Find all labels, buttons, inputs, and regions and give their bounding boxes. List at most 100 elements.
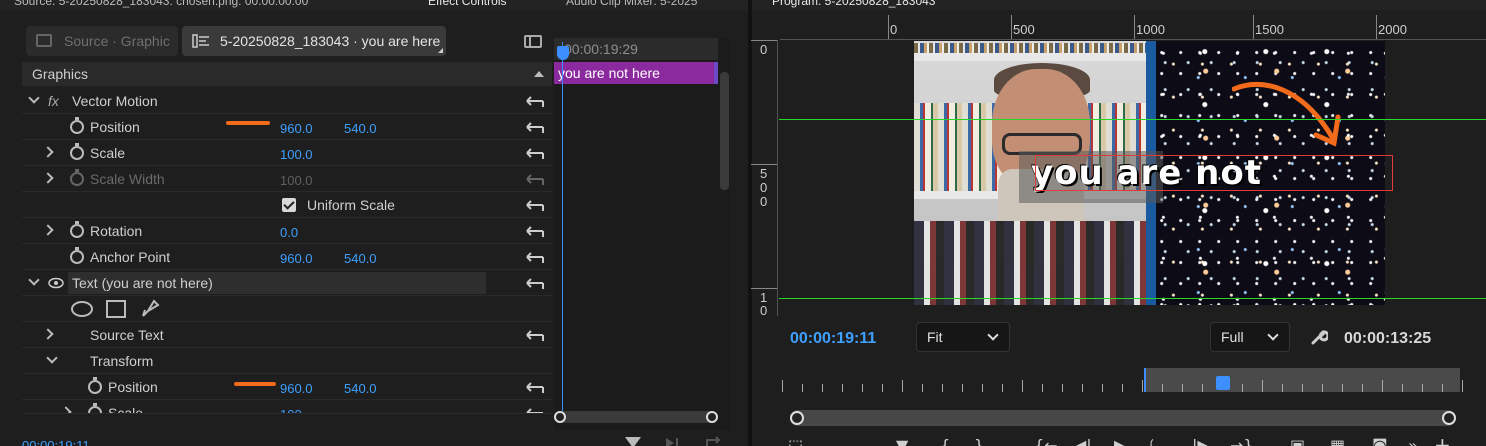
ruler-tick (751, 288, 777, 289)
go-to-out-button[interactable]: →} (1230, 436, 1254, 446)
reset-icon[interactable] (524, 250, 546, 264)
toggle-timeline-view-icon[interactable] (524, 35, 542, 48)
sequence-clip-button[interactable]: 5-20250828_183043 · you are here (182, 26, 446, 56)
loop-audio-icon[interactable] (704, 436, 724, 446)
safe-margins-icon[interactable]: ⬚ (788, 436, 803, 446)
zoom-handle-right[interactable] (1442, 411, 1456, 425)
lift-button[interactable]: ▣ (1290, 436, 1305, 446)
chevron-down-icon[interactable] (46, 352, 58, 364)
chevron-right-icon[interactable] (42, 328, 54, 340)
add-marker-button[interactable]: ▼ (896, 436, 908, 446)
time-tick (1082, 384, 1083, 392)
chevron-down-icon[interactable] (28, 92, 40, 104)
loop-button[interactable]: ⤿ (1150, 436, 1163, 446)
monitor-playhead[interactable] (1216, 376, 1230, 390)
mini-playhead-line (562, 42, 563, 412)
reset-icon[interactable] (524, 120, 546, 134)
position-x-value[interactable]: 960.0 (280, 121, 313, 136)
uniform-scale-checkbox[interactable] (282, 198, 296, 212)
zoom-handle-right[interactable] (706, 411, 718, 423)
tab-program[interactable]: Program: 5-20250828_183043 (772, 0, 935, 8)
reset-icon[interactable] (524, 224, 546, 238)
pen-mask-icon[interactable] (140, 299, 160, 319)
title-bounding-box[interactable] (1035, 155, 1393, 191)
play-audio-icon[interactable] (664, 436, 684, 446)
vector-motion-row[interactable]: fx Vector Motion (22, 88, 552, 114)
clip-end-handle[interactable] (714, 62, 718, 84)
zoom-handle-left[interactable] (790, 411, 804, 425)
wrench-icon[interactable] (1310, 328, 1328, 346)
vertical-scrollbar[interactable] (720, 72, 729, 190)
rectangle-mask-icon[interactable] (106, 300, 126, 318)
mini-timeline-timecode: 00:00:19:29 (564, 41, 638, 57)
chevron-down-icon[interactable] (28, 274, 40, 286)
stopwatch-icon[interactable] (70, 247, 84, 264)
playhead-timecode[interactable]: 00:00:19:11 (790, 330, 876, 348)
tab-audio-clip-mixer[interactable]: Audio Clip Mixer: 5-2025 (566, 0, 697, 8)
reset-icon[interactable] (524, 276, 546, 290)
step-back-button[interactable]: ◀| (1074, 436, 1092, 446)
rotation-value[interactable]: 0.0 (280, 225, 298, 240)
time-tick (882, 384, 883, 392)
chevron-right-icon[interactable] (42, 172, 54, 184)
transform-position-x-value[interactable]: 960.0 (280, 381, 313, 396)
reset-icon[interactable] (524, 146, 546, 160)
eye-icon[interactable] (48, 277, 64, 289)
mark-in-button[interactable]: { (940, 436, 950, 446)
chevron-right-icon[interactable] (42, 224, 54, 236)
program-canvas[interactable]: you are not (779, 41, 1486, 315)
stopwatch-icon[interactable] (88, 377, 102, 394)
mini-timeline-ruler[interactable]: 00:00:19:29 (554, 38, 718, 60)
graphics-section-header[interactable]: Graphics (22, 62, 552, 86)
stopwatch-icon[interactable] (88, 403, 102, 413)
effect-controls-timecode[interactable]: 00:00:19:11 (22, 438, 90, 446)
source-clip-button[interactable]: Source · Graphic (26, 26, 178, 56)
transform-position-y-value[interactable]: 540.0 (344, 381, 377, 396)
filter-icon[interactable] (624, 436, 642, 446)
reset-icon[interactable] (524, 328, 546, 342)
collapse-up-icon[interactable] (534, 71, 544, 77)
more-buttons-icon[interactable]: » (1408, 436, 1418, 446)
fx-icon[interactable]: fx (48, 93, 59, 109)
stopwatch-icon[interactable] (70, 143, 84, 160)
playback-resolution-dropdown[interactable]: Full (1210, 322, 1290, 352)
reset-icon[interactable] (524, 198, 546, 212)
mini-timeline-zoom-scrollbar[interactable] (554, 411, 718, 423)
anchor-point-label: Anchor Point (90, 249, 171, 265)
anchor-x-value[interactable]: 960.0 (280, 251, 313, 266)
zoom-level-dropdown[interactable]: Fit (916, 322, 1010, 352)
time-tick (902, 380, 903, 392)
position-y-value[interactable]: 540.0 (344, 121, 377, 136)
effect-controls-timeline[interactable]: 00:00:19:29 you are not here (554, 38, 730, 430)
mini-timeline-clip[interactable]: you are not here (554, 62, 718, 84)
add-button-icon[interactable]: + (1434, 433, 1451, 446)
monitor-zoom-scrollbar[interactable] (790, 410, 1456, 426)
chevron-down-icon[interactable]: ⌄ (818, 438, 828, 446)
ellipse-mask-icon[interactable] (70, 300, 94, 318)
go-to-in-button[interactable]: {← (1034, 436, 1058, 446)
chevron-right-icon[interactable] (60, 406, 72, 413)
reset-icon[interactable] (524, 94, 546, 108)
stopwatch-icon[interactable] (70, 221, 84, 238)
ruler-label: 0 (760, 303, 768, 318)
reset-icon[interactable] (524, 406, 546, 414)
extract-button[interactable]: ▦ (1330, 436, 1345, 446)
stopwatch-icon[interactable] (70, 117, 84, 134)
tab-effect-controls[interactable]: Effect Controls (428, 0, 506, 8)
export-frame-button[interactable]: ◙ (1372, 436, 1388, 446)
tab-source[interactable]: Source: 5-20250828_183043: chosen.png: 0… (14, 0, 308, 8)
effect-controls-footer: 00:00:19:11 (0, 434, 748, 446)
step-forward-button[interactable]: |▶ (1192, 436, 1210, 446)
mini-playhead-handle[interactable] (557, 46, 569, 60)
zoom-handle-left[interactable] (554, 411, 566, 423)
anchor-y-value[interactable]: 540.0 (344, 251, 377, 266)
monitor-time-ruler[interactable] (782, 368, 1464, 394)
chevron-right-icon[interactable] (42, 146, 54, 158)
transform-scale-value[interactable]: 100 (280, 407, 302, 413)
text-layer-row[interactable]: Text (you are not here) (22, 270, 552, 296)
reset-icon[interactable] (524, 380, 546, 394)
play-button[interactable]: ▶ (1114, 436, 1126, 446)
time-tick (1182, 384, 1183, 392)
mark-out-button[interactable]: } (974, 436, 984, 446)
scale-value[interactable]: 100.0 (280, 147, 313, 162)
